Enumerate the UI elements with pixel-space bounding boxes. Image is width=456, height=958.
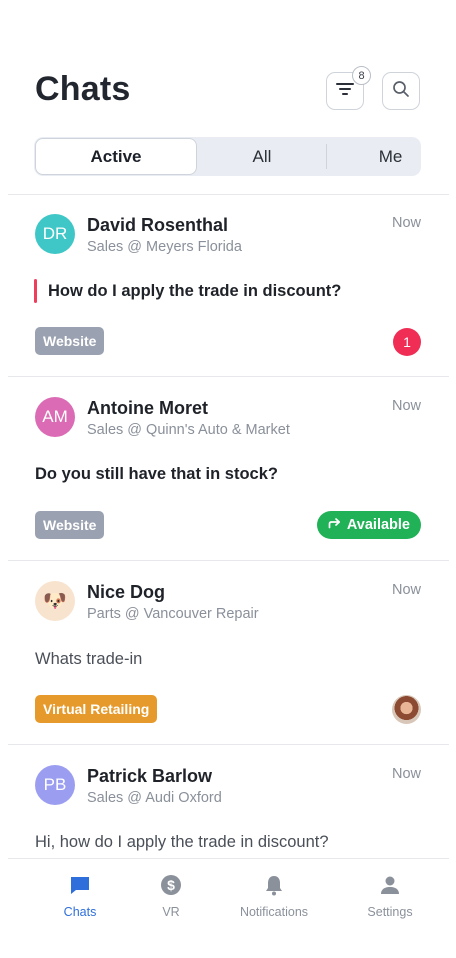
chat-item-patrick-barlow[interactable]: PB Patrick Barlow Sales @ Audi Oxford No… <box>0 745 456 858</box>
tab-chats[interactable]: Chats <box>30 873 130 919</box>
search-icon <box>392 80 410 103</box>
contact-name: David Rosenthal <box>87 215 229 235</box>
tab-label: Notifications <box>239 905 309 919</box>
source-tag: Website <box>35 511 105 539</box>
avatar: DR <box>35 214 75 254</box>
contact-name: Antoine Moret <box>87 398 208 418</box>
person-icon <box>378 873 402 897</box>
tab-settings[interactable]: Settings <box>340 873 440 919</box>
search-button[interactable] <box>382 72 420 110</box>
chat-item-nice-dog[interactable]: 🐶 Nice Dog Parts @ Vancouver Repair Now … <box>0 561 456 744</box>
tab-label: VR <box>162 905 180 919</box>
message-time: Now <box>391 766 421 782</box>
contact-subtitle: Sales @ Audi Oxford <box>87 790 222 806</box>
available-status-pill[interactable]: Available <box>316 511 421 539</box>
assigned-agent-avatar <box>392 695 421 724</box>
segment-active[interactable]: Active <box>35 138 197 175</box>
tab-vr[interactable]: $ VR <box>121 873 221 919</box>
last-message: Hi, how do I apply the trade in discount… <box>35 833 329 851</box>
message-time: Now <box>391 582 421 598</box>
contact-name: Nice Dog <box>87 582 166 602</box>
last-message: Do you still have that in stock? <box>35 465 278 483</box>
dollar-icon: $ <box>159 873 183 897</box>
contact-subtitle: Sales @ Quinn's Auto & Market <box>87 422 290 438</box>
segment-all[interactable]: All <box>198 137 326 176</box>
filter-icon <box>335 81 355 102</box>
svg-text:$: $ <box>167 877 175 893</box>
tab-label: Settings <box>367 905 413 919</box>
chat-item-antoine-moret[interactable]: AM Antoine Moret Sales @ Quinn's Auto & … <box>0 377 456 560</box>
dog-avatar: 🐶 <box>35 581 75 621</box>
page-title: Chats <box>35 70 131 108</box>
unread-count-badge: 1 <box>393 328 421 356</box>
tab-notifications[interactable]: Notifications <box>224 873 324 919</box>
message-time: Now <box>391 215 421 231</box>
last-message: How do I apply the trade in discount? <box>48 282 342 300</box>
bottom-tab-bar: Chats $ VR Notifications Settings <box>8 858 449 958</box>
source-tag: Website <box>35 327 105 355</box>
flag-indicator <box>34 279 37 303</box>
segment-me[interactable]: Me <box>327 137 454 176</box>
last-message: Whats trade-in <box>35 650 143 668</box>
bell-icon <box>262 873 286 897</box>
avatar: PB <box>35 765 75 805</box>
header: Chats 8 <box>0 0 456 120</box>
avatar: AM <box>35 397 75 437</box>
source-tag: Virtual Retailing <box>35 695 158 723</box>
contact-subtitle: Parts @ Vancouver Repair <box>87 606 259 622</box>
chat-item-david-rosenthal[interactable]: DR David Rosenthal Sales @ Meyers Florid… <box>0 195 456 376</box>
forward-arrow-icon <box>328 517 341 533</box>
message-time: Now <box>391 398 421 414</box>
status-label: Available <box>346 517 410 533</box>
tab-label: Chats <box>63 905 97 919</box>
chat-bubble-icon <box>68 873 92 897</box>
chat-filter-segmented-control: Active All Me <box>34 137 421 176</box>
contact-subtitle: Sales @ Meyers Florida <box>87 239 242 255</box>
contact-name: Patrick Barlow <box>87 766 213 786</box>
filter-count-badge: 8 <box>352 66 371 85</box>
